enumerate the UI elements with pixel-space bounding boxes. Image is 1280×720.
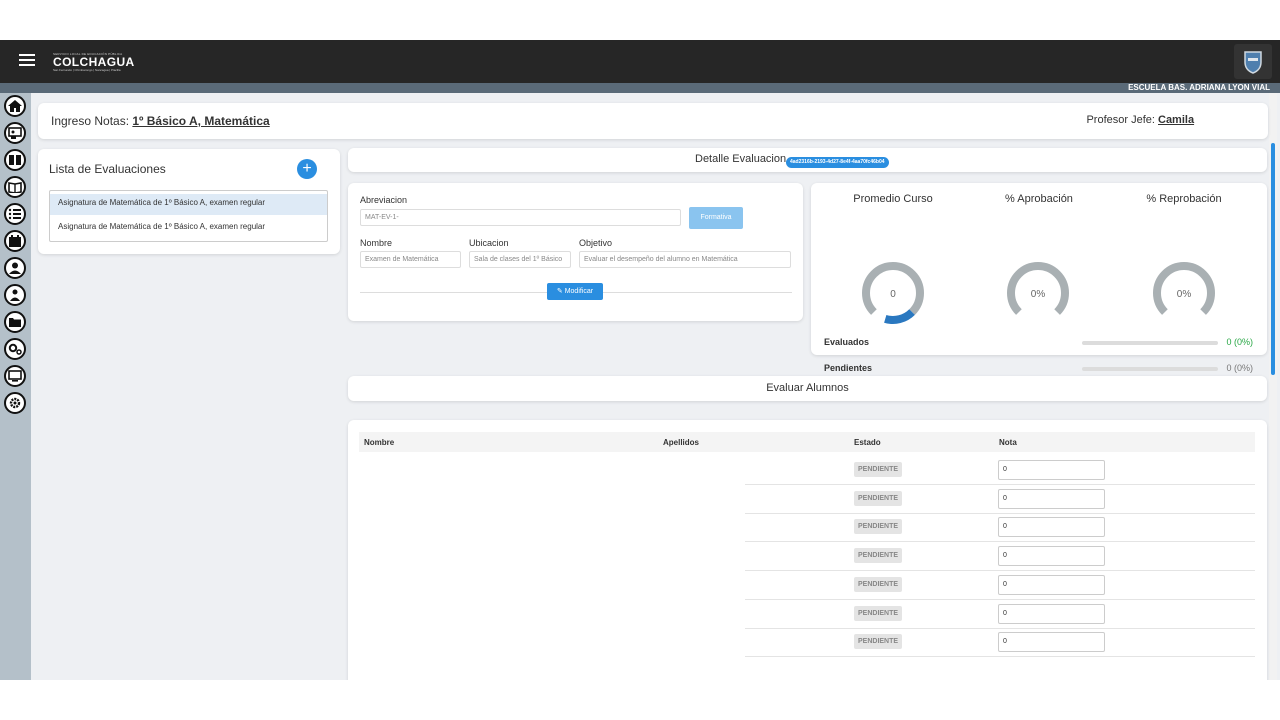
list-item[interactable]: Asignatura de Matemática de 1º Básico A,… bbox=[50, 218, 327, 239]
evaluados-value: 0 (0%) bbox=[1226, 337, 1253, 347]
page-scrollbar-thumb[interactable] bbox=[1271, 143, 1275, 375]
evaluar-title: Evaluar Alumnos bbox=[766, 382, 849, 394]
course-link[interactable]: 1º Básico A, Matemática bbox=[132, 114, 269, 128]
calendar-icon[interactable] bbox=[4, 230, 26, 252]
list-item[interactable]: Asignatura de Matemática de 1º Básico A,… bbox=[50, 194, 327, 215]
users-icon[interactable] bbox=[4, 284, 26, 306]
status-badge: PENDIENTE bbox=[854, 605, 903, 621]
ingreso-notas-header: Ingreso Notas: 1º Básico A, Matemática P… bbox=[38, 103, 1268, 139]
list-icon[interactable] bbox=[4, 203, 26, 225]
column-nota: Nota bbox=[999, 438, 1017, 447]
table-header: Nombre Apellidos Estado Nota bbox=[359, 432, 1255, 452]
nota-input[interactable]: 0 bbox=[998, 546, 1105, 567]
ubicacion-input[interactable]: Sala de clases del 1º Básico bbox=[469, 251, 571, 268]
nota-input[interactable]: 0 bbox=[998, 460, 1105, 480]
pendientes-value: 0 (0%) bbox=[1226, 363, 1253, 373]
nota-input[interactable]: 0 bbox=[998, 632, 1105, 653]
add-evaluation-button[interactable]: + bbox=[297, 159, 317, 179]
promedio-value: 0 bbox=[890, 289, 896, 300]
table-row: PENDIENTE 0 bbox=[745, 542, 1255, 572]
menu-icon[interactable] bbox=[19, 54, 35, 68]
table-row: PENDIENTE 0 bbox=[745, 485, 1255, 514]
pendientes-label: Pendientes bbox=[824, 363, 873, 373]
reprobacion-value: 0% bbox=[1177, 289, 1192, 300]
cogs-icon[interactable] bbox=[4, 338, 26, 360]
evaluation-form-card: Abreviacion MAT-EV-1- Formativa Nombre E… bbox=[348, 183, 803, 321]
presentation-icon[interactable] bbox=[4, 122, 26, 144]
lista-evaluaciones-card: Lista de Evaluaciones + Asignatura de Ma… bbox=[38, 149, 340, 254]
stats-card: Promedio Curso % Aprobación % Reprobació… bbox=[811, 183, 1267, 373]
profesor-label: Profesor Jefe: bbox=[1086, 114, 1158, 126]
evaluados-label: Evaluados bbox=[824, 337, 870, 347]
home-icon[interactable] bbox=[4, 95, 26, 117]
pendientes-progress bbox=[1082, 367, 1218, 371]
column-nombre: Nombre bbox=[364, 438, 395, 447]
page-title: Ingreso Notas: 1º Básico A, Matemática bbox=[51, 114, 270, 128]
table-row: PENDIENTE 0 bbox=[745, 513, 1255, 543]
detalle-evaluacion-header: Detalle Evaluacion 4ad2316b-2193-4d27-8e… bbox=[348, 148, 1267, 172]
nota-input[interactable]: 0 bbox=[998, 488, 1105, 509]
status-badge: PENDIENTE bbox=[854, 634, 903, 650]
folder-icon[interactable] bbox=[4, 311, 26, 333]
profesor-jefe: Profesor Jefe: Camila bbox=[1086, 114, 1256, 126]
status-badge: PENDIENTE bbox=[854, 490, 903, 506]
logo-text: COLCHAGUA bbox=[53, 55, 135, 69]
column-estado: Estado bbox=[854, 438, 881, 447]
book-open-icon[interactable] bbox=[4, 176, 26, 198]
table-row: PENDIENTE 0 bbox=[745, 456, 1255, 485]
aprobacion-title: % Aprobación bbox=[1005, 193, 1073, 205]
nota-input[interactable]: 0 bbox=[998, 603, 1105, 624]
objetivo-label: Objetivo bbox=[579, 238, 613, 248]
user-icon[interactable] bbox=[4, 257, 26, 279]
evaluation-list: Asignatura de Matemática de 1º Básico A,… bbox=[49, 190, 328, 242]
school-bar: ESCUELA BAS. ADRIANA LYON VIAL bbox=[0, 83, 1280, 93]
table-row: PENDIENTE 0 bbox=[745, 628, 1255, 658]
nombre-input[interactable]: Examen de Matemática bbox=[360, 251, 461, 268]
objetivo-input[interactable]: Evaluar el desempeño del alumno en Matem… bbox=[579, 251, 791, 268]
column-apellidos: Apellidos bbox=[663, 438, 700, 447]
logo: SERVICIO LOCAL DE EDUCACIÓN PÚBLICA COLC… bbox=[53, 52, 135, 72]
sidebar bbox=[0, 93, 31, 680]
ubicacion-label: Ubicacion bbox=[469, 238, 509, 248]
evaluar-alumnos-header: Evaluar Alumnos bbox=[348, 376, 1267, 401]
reprobacion-title: % Reprobación bbox=[1146, 193, 1222, 205]
status-badge: PENDIENTE bbox=[854, 462, 903, 477]
aprobacion-gauge: 0% bbox=[1007, 262, 1069, 324]
abreviacion-label: Abreviacion bbox=[360, 195, 408, 205]
status-badge: PENDIENTE bbox=[854, 519, 903, 535]
edit-icon: ✎ bbox=[556, 288, 565, 295]
table-row: PENDIENTE 0 bbox=[745, 571, 1255, 600]
evaluar-alumnos-table: Nombre Apellidos Estado Nota PENDIENTE 0 P… bbox=[348, 420, 1267, 680]
status-badge: PENDIENTE bbox=[854, 548, 903, 564]
app-frame: SERVICIO LOCAL DE EDUCACIÓN PÚBLICA COLC… bbox=[0, 40, 1280, 680]
top-navbar: SERVICIO LOCAL DE EDUCACIÓN PÚBLICA COLC… bbox=[0, 40, 1280, 83]
detalle-title: Detalle Evaluacion bbox=[695, 153, 787, 165]
promedio-title: Promedio Curso bbox=[853, 193, 933, 205]
evaluados-progress bbox=[1082, 341, 1218, 345]
modificar-button[interactable]: ✎ Modificar bbox=[547, 283, 603, 300]
status-badge: PENDIENTE bbox=[854, 576, 903, 592]
title-prefix: Ingreso Notas: bbox=[51, 114, 133, 128]
nombre-label: Nombre bbox=[360, 238, 393, 248]
formativa-button[interactable]: Formativa bbox=[689, 207, 743, 229]
lista-title: Lista de Evaluaciones bbox=[49, 162, 166, 176]
reprobacion-gauge: 0% bbox=[1153, 262, 1215, 324]
abreviacion-input[interactable]: MAT-EV-1- bbox=[360, 209, 681, 226]
settings-icon[interactable] bbox=[4, 392, 26, 414]
profesor-name[interactable]: Camila bbox=[1158, 114, 1256, 126]
modificar-label: Modificar bbox=[564, 288, 594, 295]
nota-input[interactable]: 0 bbox=[998, 574, 1105, 595]
evaluation-id-badge: 4ad2316b-2193-4d27-8e4f-4aa70fc46b04 bbox=[786, 157, 889, 168]
school-name: ESCUELA BAS. ADRIANA LYON VIAL bbox=[1128, 83, 1270, 92]
book-icon[interactable] bbox=[4, 149, 26, 171]
table-row: PENDIENTE 0 bbox=[745, 600, 1255, 629]
school-crest-icon bbox=[1234, 44, 1272, 79]
promedio-gauge: 0 bbox=[862, 262, 924, 324]
nota-input[interactable]: 0 bbox=[998, 517, 1105, 538]
monitor-icon[interactable] bbox=[4, 365, 26, 387]
aprobacion-value: 0% bbox=[1031, 289, 1046, 300]
